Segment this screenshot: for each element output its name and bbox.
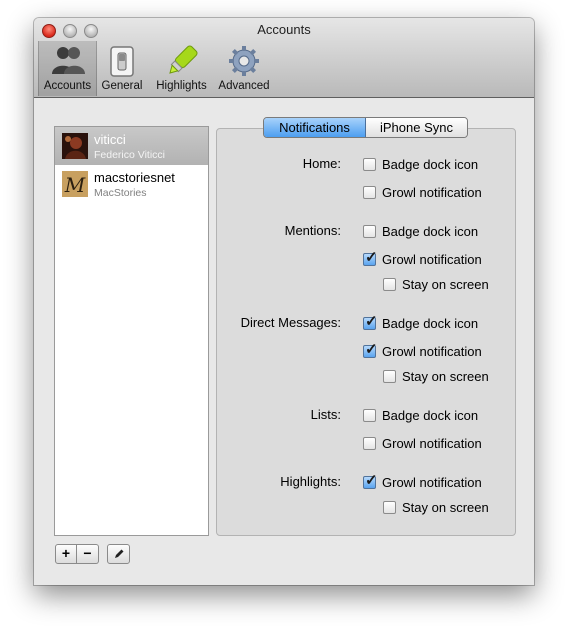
section-label-mentions: Mentions: — [284, 223, 341, 238]
pencil-icon — [114, 549, 123, 558]
dm-stay-checkbox[interactable] — [383, 369, 396, 383]
home-badge-label: Badge dock icon — [382, 156, 479, 172]
home-badge-checkbox[interactable] — [363, 157, 376, 171]
mentions-badge-checkbox[interactable] — [363, 224, 376, 238]
lists-growl-option[interactable]: Growl notification — [363, 435, 482, 451]
mentions-badge-option[interactable]: Badge dock icon — [363, 223, 478, 239]
highlights-growl-label: Growl notification — [382, 474, 482, 490]
home-growl-option[interactable]: Growl notification — [363, 184, 482, 200]
account-name: viticci — [94, 132, 126, 147]
mentions-growl-option[interactable]: ✓ Growl notification — [363, 248, 482, 267]
mentions-growl-checkbox[interactable]: ✓ — [363, 248, 378, 266]
highlighter-icon — [168, 45, 198, 74]
account-fullname: Federico Viticci — [94, 149, 165, 161]
section-label-home: Home: — [302, 156, 341, 171]
toolbar-highlights[interactable]: Highlights — [149, 41, 214, 96]
lists-badge-checkbox[interactable] — [363, 408, 376, 422]
add-account-button[interactable]: + — [55, 544, 77, 564]
lists-badge-option[interactable]: Badge dock icon — [363, 407, 478, 423]
toolbar-accounts-label: Accounts — [43, 80, 92, 92]
home-badge-option[interactable]: Badge dock icon — [363, 156, 478, 172]
highlights-growl-option[interactable]: ✓ Growl notification — [363, 471, 482, 490]
svg-text:M: M — [64, 173, 86, 197]
highlights-growl-checkbox[interactable]: ✓ — [363, 471, 378, 489]
account-name: macstoriesnet — [94, 170, 175, 185]
tab-iphone-sync[interactable]: iPhone Sync — [366, 118, 467, 137]
tab-notifications[interactable]: Notifications — [264, 118, 366, 137]
section-label-highlights: Highlights: — [280, 474, 341, 489]
toolbar-accounts[interactable]: Accounts — [38, 41, 97, 96]
gear-icon — [229, 46, 259, 76]
account-row-macstoriesnet[interactable]: M macstoriesnet MacStories — [55, 165, 208, 203]
mentions-badge-label: Badge dock icon — [382, 223, 479, 239]
toolbar-highlights-label: Highlights — [156, 80, 207, 92]
tab-bar: Notifications iPhone Sync — [263, 117, 468, 138]
lists-badge-label: Badge dock icon — [382, 407, 479, 423]
mentions-stay-checkbox[interactable] — [383, 277, 396, 291]
lists-growl-checkbox[interactable] — [363, 436, 376, 450]
highlights-stay-checkbox[interactable] — [383, 500, 396, 514]
checkmark-icon: ✓ — [365, 340, 378, 358]
section-label-direct-messages: Direct Messages: — [240, 315, 341, 330]
accounts-icon — [51, 47, 85, 74]
accounts-window: Accounts Accounts General Highlights Adv… — [34, 18, 534, 585]
edit-account-button[interactable] — [107, 544, 130, 564]
lists-growl-label: Growl notification — [382, 435, 482, 451]
section-label-lists: Lists: — [310, 407, 341, 422]
toolbar-advanced-label: Advanced — [218, 80, 270, 92]
mentions-stay-label: Stay on screen — [402, 276, 489, 292]
dm-growl-option[interactable]: ✓ Growl notification — [363, 340, 482, 359]
dm-stay-label: Stay on screen — [402, 368, 489, 384]
mentions-stay-option[interactable]: Stay on screen — [383, 276, 489, 292]
dm-growl-label: Growl notification — [382, 343, 482, 359]
avatar: M — [62, 171, 88, 197]
switch-icon — [110, 46, 134, 77]
toolbar-general[interactable]: General — [99, 41, 145, 96]
home-growl-label: Growl notification — [382, 184, 482, 200]
remove-account-button[interactable]: − — [77, 544, 99, 564]
mentions-growl-label: Growl notification — [382, 251, 482, 267]
dm-badge-checkbox[interactable]: ✓ — [363, 312, 378, 330]
toolbar-general-label: General — [101, 80, 143, 92]
checkmark-icon: ✓ — [365, 312, 378, 330]
dm-badge-option[interactable]: ✓ Badge dock icon — [363, 312, 479, 331]
account-row-viticci[interactable]: viticci Federico Viticci — [55, 127, 208, 165]
avatar — [62, 133, 88, 159]
title-bar: Accounts Accounts General Highlights Adv… — [34, 18, 534, 98]
checkmark-icon: ✓ — [365, 248, 378, 266]
checkmark-icon: ✓ — [365, 471, 378, 489]
highlights-stay-label: Stay on screen — [402, 499, 489, 515]
dm-growl-checkbox[interactable]: ✓ — [363, 340, 378, 358]
dm-stay-option[interactable]: Stay on screen — [383, 368, 489, 384]
account-list[interactable]: viticci Federico Viticci M macstoriesnet… — [54, 126, 209, 536]
home-growl-checkbox[interactable] — [363, 185, 376, 199]
window-title: Accounts — [257, 22, 311, 37]
dm-badge-label: Badge dock icon — [382, 315, 479, 331]
highlights-stay-option[interactable]: Stay on screen — [383, 499, 489, 515]
account-fullname: MacStories — [94, 187, 147, 199]
toolbar-advanced[interactable]: Advanced — [216, 41, 272, 96]
